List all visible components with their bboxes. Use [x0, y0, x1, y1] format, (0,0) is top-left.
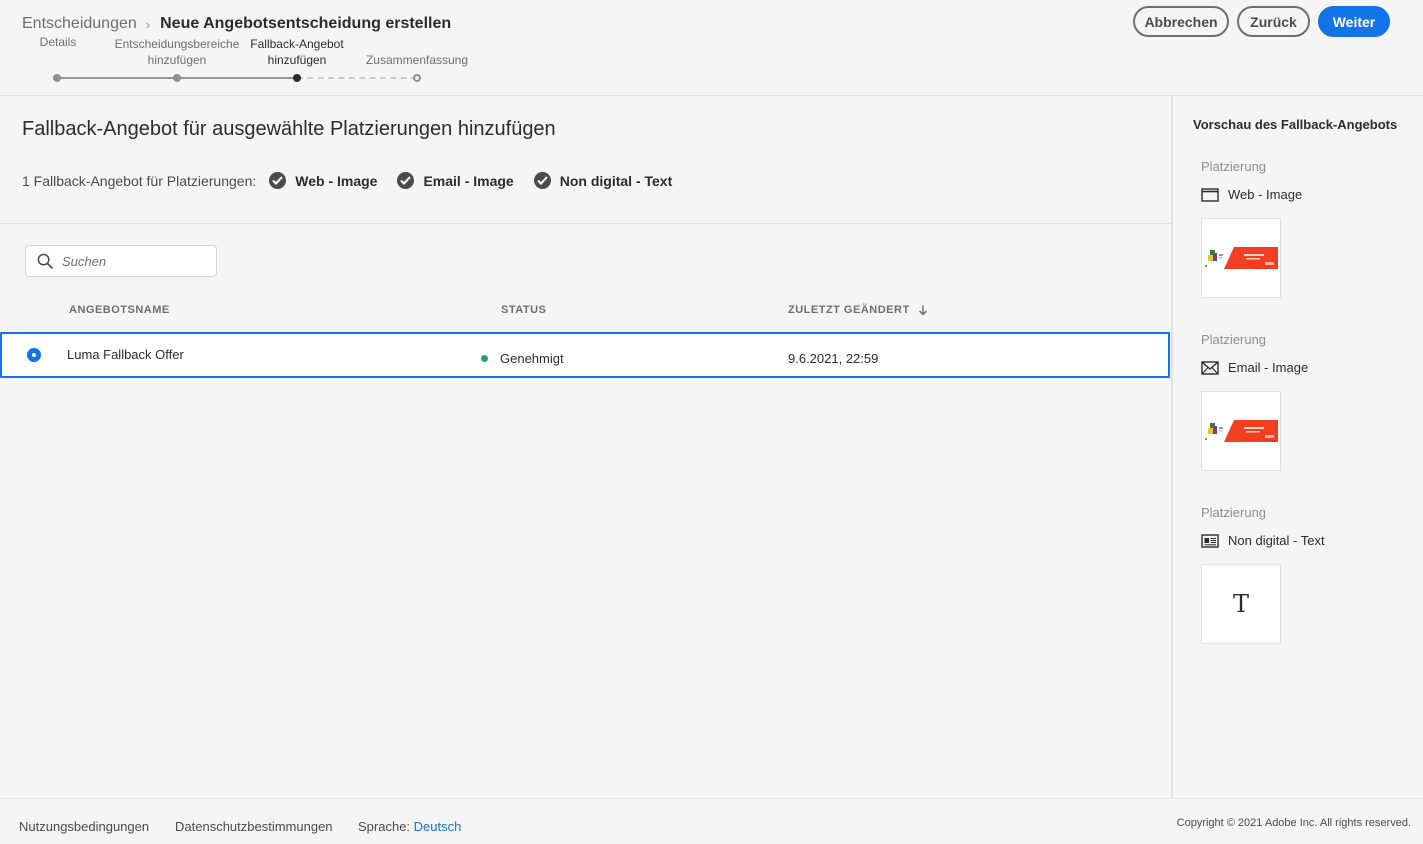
section-title: Fallback-Angebot für ausgewählte Platzie…: [22, 118, 556, 140]
step-details-dot: [53, 74, 61, 82]
placement-chip-email-image: Email - Image: [397, 172, 514, 189]
search-icon: [37, 253, 54, 269]
arrow-down-icon: [918, 305, 927, 316]
placement-label: Platzierung: [1201, 159, 1267, 174]
newspaper-icon: [1201, 533, 1219, 548]
step-details-label: Details: [39, 35, 77, 49]
status-cell: Genehmigt: [481, 351, 564, 366]
placement-label: Platzierung: [1201, 332, 1267, 347]
table-row[interactable]: Luma Fallback Offer Genehmigt 9.6.2021, …: [0, 332, 1170, 378]
preview-title: Vorschau des Fallback-Angebots: [1193, 117, 1398, 132]
cancel-button[interactable]: Abbrechen: [1133, 6, 1229, 37]
placement-name-email-image: Email - Image: [1201, 360, 1308, 375]
row-select-radio[interactable]: [27, 348, 41, 362]
placement-chip-web-image: Web - Image: [269, 172, 377, 189]
column-header-status[interactable]: STATUS: [501, 304, 546, 316]
search-field[interactable]: [25, 245, 217, 277]
text-type-icon: T: [1232, 590, 1249, 618]
page-footer: Nutzungsbedingungen Datenschutzbestimmun…: [0, 798, 1423, 844]
breadcrumb-decisions-link[interactable]: Entscheidungen: [22, 15, 137, 33]
breadcrumb: Entscheidungen › Neue Angebotsentscheidu…: [22, 15, 451, 33]
next-button[interactable]: Weiter: [1318, 6, 1390, 37]
email-image-thumbnail[interactable]: [1201, 391, 1281, 471]
offer-banner-image: [1204, 418, 1278, 444]
step-summary-dot: [413, 74, 421, 82]
status-approved-dot: [481, 355, 488, 363]
language-value[interactable]: Deutsch: [414, 819, 462, 834]
back-button[interactable]: Zurück: [1237, 6, 1310, 37]
envelope-icon: [1201, 360, 1219, 375]
column-header-offer-name[interactable]: ANGEBOTSNAME: [69, 304, 170, 316]
checkmark-circle-icon: [533, 172, 551, 189]
placement-name-non-digital-text: Non digital - Text: [1201, 533, 1325, 548]
placement-chip-non-digital-text: Non digital - Text: [533, 172, 672, 189]
placement-label: Platzierung: [1201, 505, 1267, 520]
step-connector: [177, 77, 297, 79]
placements-summary: 1 Fallback-Angebot für Platzierungen: We…: [22, 172, 692, 189]
step-summary-label: Zusammenfassung: [365, 53, 469, 67]
divider: [0, 223, 1171, 224]
wizard-stepper: Details Entscheidungsbereiche hinzufügen …: [0, 34, 480, 84]
checkmark-circle-icon: [269, 172, 287, 189]
step-decision-scopes-dot: [173, 74, 181, 82]
step-connector: [57, 77, 177, 79]
language-selector[interactable]: Sprache: Deutsch: [358, 819, 461, 834]
search-input[interactable]: [62, 253, 202, 269]
step-connector: [297, 77, 417, 79]
placement-name-web-image: Web - Image: [1201, 187, 1302, 202]
web-image-thumbnail[interactable]: [1201, 218, 1281, 298]
step-decision-scopes-label: Entscheidungsbereiche hinzufügen: [114, 37, 240, 67]
main-content: Fallback-Angebot für ausgewählte Platzie…: [0, 96, 1171, 798]
copyright-text: Copyright © 2021 Adobe Inc. All rights r…: [1176, 817, 1411, 829]
privacy-link[interactable]: Datenschutzbestimmungen: [175, 819, 333, 834]
browser-window-icon: [1201, 187, 1219, 202]
page-header: Entscheidungen › Neue Angebotsentscheidu…: [0, 0, 1423, 96]
offer-name-cell: Luma Fallback Offer: [67, 347, 184, 362]
step-fallback-offer-dot: [293, 74, 301, 82]
chevron-right-icon: ›: [145, 16, 151, 32]
step-fallback-offer-label: Fallback-Angebot hinzufügen: [250, 37, 344, 67]
last-modified-cell: 9.6.2021, 22:59: [788, 351, 879, 366]
placements-label: 1 Fallback-Angebot für Platzierungen:: [22, 172, 257, 189]
text-content-thumbnail[interactable]: T: [1201, 564, 1281, 644]
checkmark-circle-icon: [397, 172, 415, 189]
preview-panel: Vorschau des Fallback-Angebots Platzieru…: [1171, 96, 1423, 798]
page-title: Neue Angebotsentscheidung erstellen: [160, 15, 452, 32]
offer-banner-image: [1204, 245, 1278, 271]
column-header-last-modified[interactable]: ZULETZT GEÄNDERT: [788, 304, 928, 316]
terms-link[interactable]: Nutzungsbedingungen: [19, 819, 149, 834]
